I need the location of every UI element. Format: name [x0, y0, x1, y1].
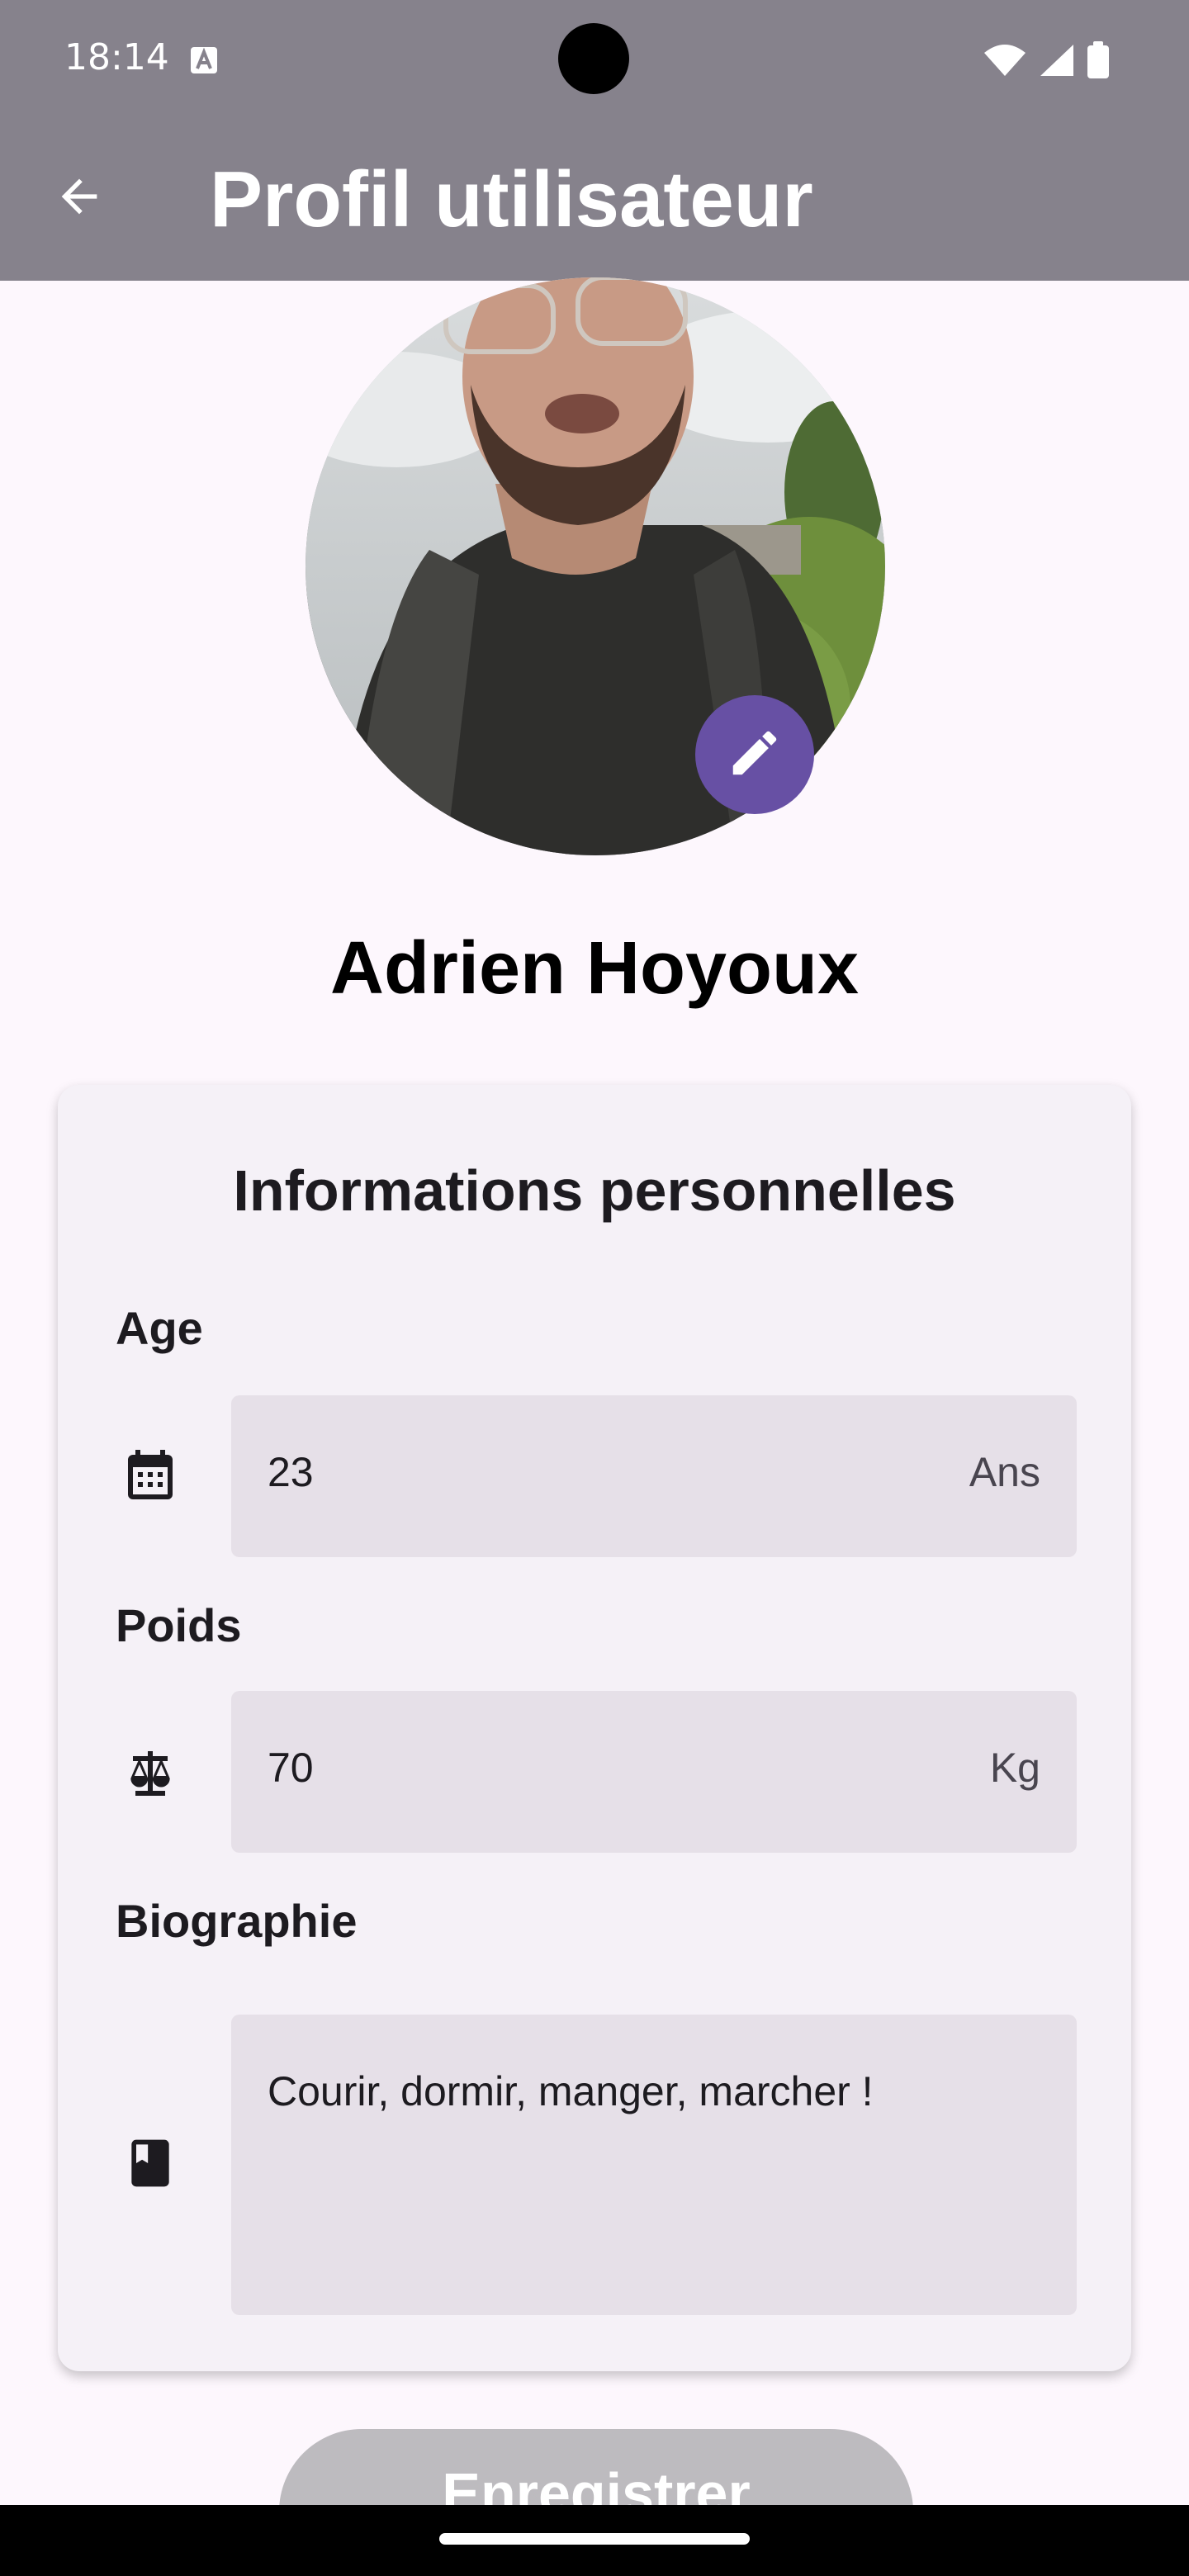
bio-input[interactable]: Courir, dormir, manger, marcher ! — [231, 2015, 1077, 2315]
wifi-icon — [983, 43, 1027, 81]
user-name: Adrien Hoyoux — [329, 927, 860, 1010]
status-bar: 18:14 — [0, 0, 1189, 116]
age-suffix: Ans — [969, 1449, 1040, 1495]
front-camera — [558, 23, 629, 94]
book-icon — [121, 2133, 180, 2193]
card-title: Informations personnelles — [233, 1158, 956, 1223]
home-gesture-handle[interactable] — [439, 2533, 750, 2545]
page-title: Profil utilisateur — [210, 155, 813, 244]
back-button[interactable] — [46, 165, 112, 231]
weight-input[interactable]: 70 Kg — [231, 1691, 1077, 1853]
personal-info-card: Informations personnelles Age 23 Ans Poi… — [58, 1085, 1131, 2371]
avatar-section — [306, 277, 885, 855]
navigation-bar — [0, 2505, 1189, 2576]
edit-avatar-button[interactable] — [695, 695, 814, 814]
bio-label: Biographie — [116, 1895, 358, 1947]
scale-icon — [121, 1744, 180, 1803]
text-notification-icon — [190, 46, 218, 74]
age-value: 23 — [268, 1449, 314, 1495]
bio-value: Courir, dormir, manger, marcher ! — [268, 2068, 874, 2114]
status-icons — [983, 41, 1110, 83]
age-input[interactable]: 23 Ans — [231, 1395, 1077, 1557]
arrow-back-icon — [53, 170, 106, 226]
pencil-icon — [726, 724, 784, 785]
battery-icon — [1087, 41, 1110, 83]
age-label: Age — [116, 1302, 203, 1354]
app-bar: Profil utilisateur — [0, 116, 1189, 281]
weight-suffix: Kg — [989, 1745, 1040, 1791]
signal-icon — [1039, 43, 1075, 81]
calendar-icon — [121, 1445, 180, 1504]
weight-value: 70 — [268, 1745, 314, 1791]
status-time: 18:14 — [64, 36, 169, 78]
weight-label: Poids — [116, 1599, 242, 1651]
